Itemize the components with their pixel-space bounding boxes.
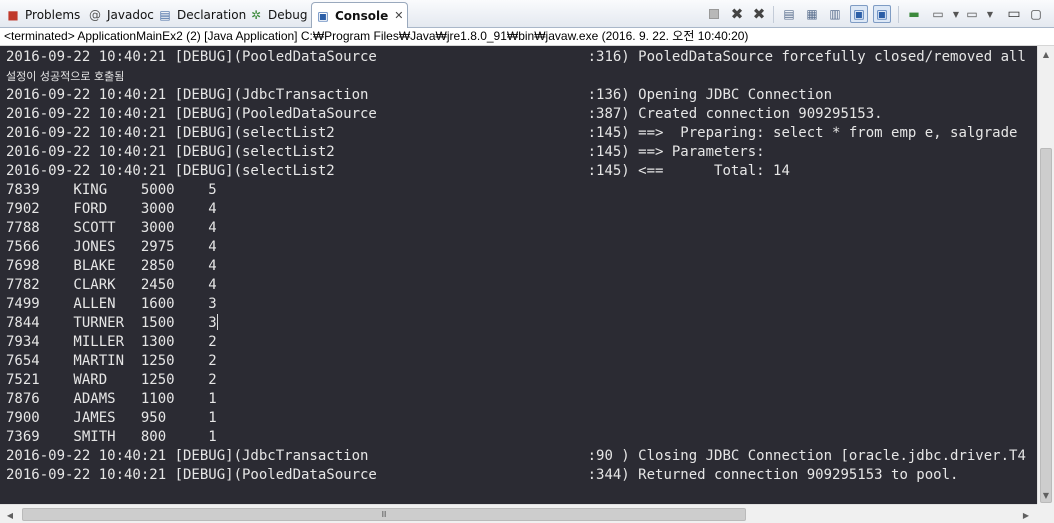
result-row: 7698 BLAKE 2850 4 — [6, 258, 217, 274]
tab-console[interactable]: ▣ Console ✕ — [311, 2, 409, 28]
result-row: 7844 TURNER 1500 3 — [6, 315, 217, 331]
console-text: 2016-09-22 10:40:21 [DEBUG](PooledDataSo… — [0, 46, 1037, 485]
scroll-grip-icon: Ⅲ — [381, 510, 387, 519]
log-line: 2016-09-22 10:40:21 [DEBUG](PooledDataSo… — [6, 467, 959, 483]
remove-launch-icon[interactable]: ✖ — [728, 5, 746, 23]
result-row: 7876 ADAMS 1100 1 — [6, 391, 217, 407]
tab-problems[interactable]: ■ Problems — [6, 3, 80, 27]
scroll-down-icon[interactable]: ▼ — [1038, 487, 1054, 503]
result-row: 7934 MILLER 1300 2 — [6, 334, 217, 350]
maximize-icon[interactable]: ▢ — [1027, 5, 1045, 23]
close-icon[interactable]: ✕ — [394, 9, 403, 22]
horizontal-scrollbar[interactable]: ◀ Ⅲ ▶ — [0, 504, 1037, 523]
view-tab-bar: ■ Problems @ Javadoc ▤ Declaration ✲ Deb… — [0, 0, 1054, 28]
text-cursor — [216, 314, 218, 330]
remove-all-terminated-icon[interactable]: ✖ — [750, 5, 768, 23]
console-icon: ▣ — [317, 8, 329, 23]
result-row: 7654 MARTIN 1250 2 — [6, 353, 217, 369]
result-row: 7499 ALLEN 1600 3 — [6, 296, 217, 312]
problems-icon: ■ — [7, 8, 19, 22]
word-wrap-icon[interactable]: ▥ — [826, 5, 844, 23]
result-row: 7782 CLARK 2450 4 — [6, 277, 217, 293]
tab-debug[interactable]: ✲ Debug — [249, 3, 308, 27]
terminate-icon[interactable] — [705, 5, 723, 23]
scroll-right-icon[interactable]: ▶ — [1018, 507, 1034, 523]
vertical-scrollbar[interactable]: ▲ ▼ — [1037, 46, 1054, 504]
javadoc-icon: @ — [89, 8, 101, 22]
tab-javadoc[interactable]: @ Javadoc — [88, 3, 154, 27]
log-line: 2016-09-22 10:40:21 [DEBUG](selectList2 … — [6, 144, 774, 160]
result-row: 7521 WARD 1250 2 — [6, 372, 217, 388]
open-console-icon[interactable]: ▭ — [963, 5, 981, 23]
result-row: 7900 JAMES 950 1 — [6, 410, 217, 426]
declaration-icon: ▤ — [159, 8, 171, 22]
tab-declaration[interactable]: ▤ Declaration — [158, 3, 246, 27]
log-line: 2016-09-22 10:40:21 [DEBUG](PooledDataSo… — [6, 49, 1026, 65]
result-row: 7902 FORD 3000 4 — [6, 201, 217, 217]
log-line: 2016-09-22 10:40:21 [DEBUG](JdbcTransact… — [6, 448, 1026, 464]
chevron-down-icon[interactable]: ▼ — [981, 5, 999, 23]
pin-console-icon[interactable]: ▬ — [905, 5, 923, 23]
console-output[interactable]: 2016-09-22 10:40:21 [DEBUG](PooledDataSo… — [0, 46, 1037, 504]
result-row: 7788 SCOTT 3000 4 — [6, 220, 217, 236]
result-row: 7566 JONES 2975 4 — [6, 239, 217, 255]
scroll-lock-icon[interactable]: ▦ — [803, 5, 821, 23]
toolbar-separator — [898, 6, 899, 23]
debug-icon: ✲ — [250, 8, 262, 22]
log-line: 설정이 성공적으로 호출됨 — [6, 70, 125, 83]
display-console-icon[interactable]: ▭ — [929, 5, 947, 23]
show-console-on-stderr-icon[interactable]: ▣ — [873, 5, 891, 23]
vertical-scroll-thumb[interactable] — [1040, 148, 1052, 503]
scrollbar-corner — [1037, 504, 1054, 523]
show-console-on-stdout-icon[interactable]: ▣ — [850, 5, 868, 23]
minimize-icon[interactable]: ▭ — [1005, 5, 1023, 23]
result-row: 7369 SMITH 800 1 — [6, 429, 217, 445]
log-line: 2016-09-22 10:40:21 [DEBUG](selectList2 … — [6, 125, 1018, 141]
log-line: 2016-09-22 10:40:21 [DEBUG](PooledDataSo… — [6, 106, 883, 122]
console-status-line: <terminated> ApplicationMainEx2 (2) [Jav… — [0, 28, 1054, 46]
log-line: 2016-09-22 10:40:21 [DEBUG](selectList2 … — [6, 163, 790, 179]
result-row: 7839 KING 5000 5 — [6, 182, 217, 198]
log-line: 2016-09-22 10:40:21 [DEBUG](JdbcTransact… — [6, 87, 833, 103]
horizontal-scroll-thumb[interactable]: Ⅲ — [22, 508, 746, 521]
clear-console-icon[interactable]: ▤ — [780, 5, 798, 23]
scroll-left-icon[interactable]: ◀ — [2, 507, 18, 523]
toolbar-separator — [773, 6, 774, 23]
scroll-up-icon[interactable]: ▲ — [1038, 46, 1054, 62]
